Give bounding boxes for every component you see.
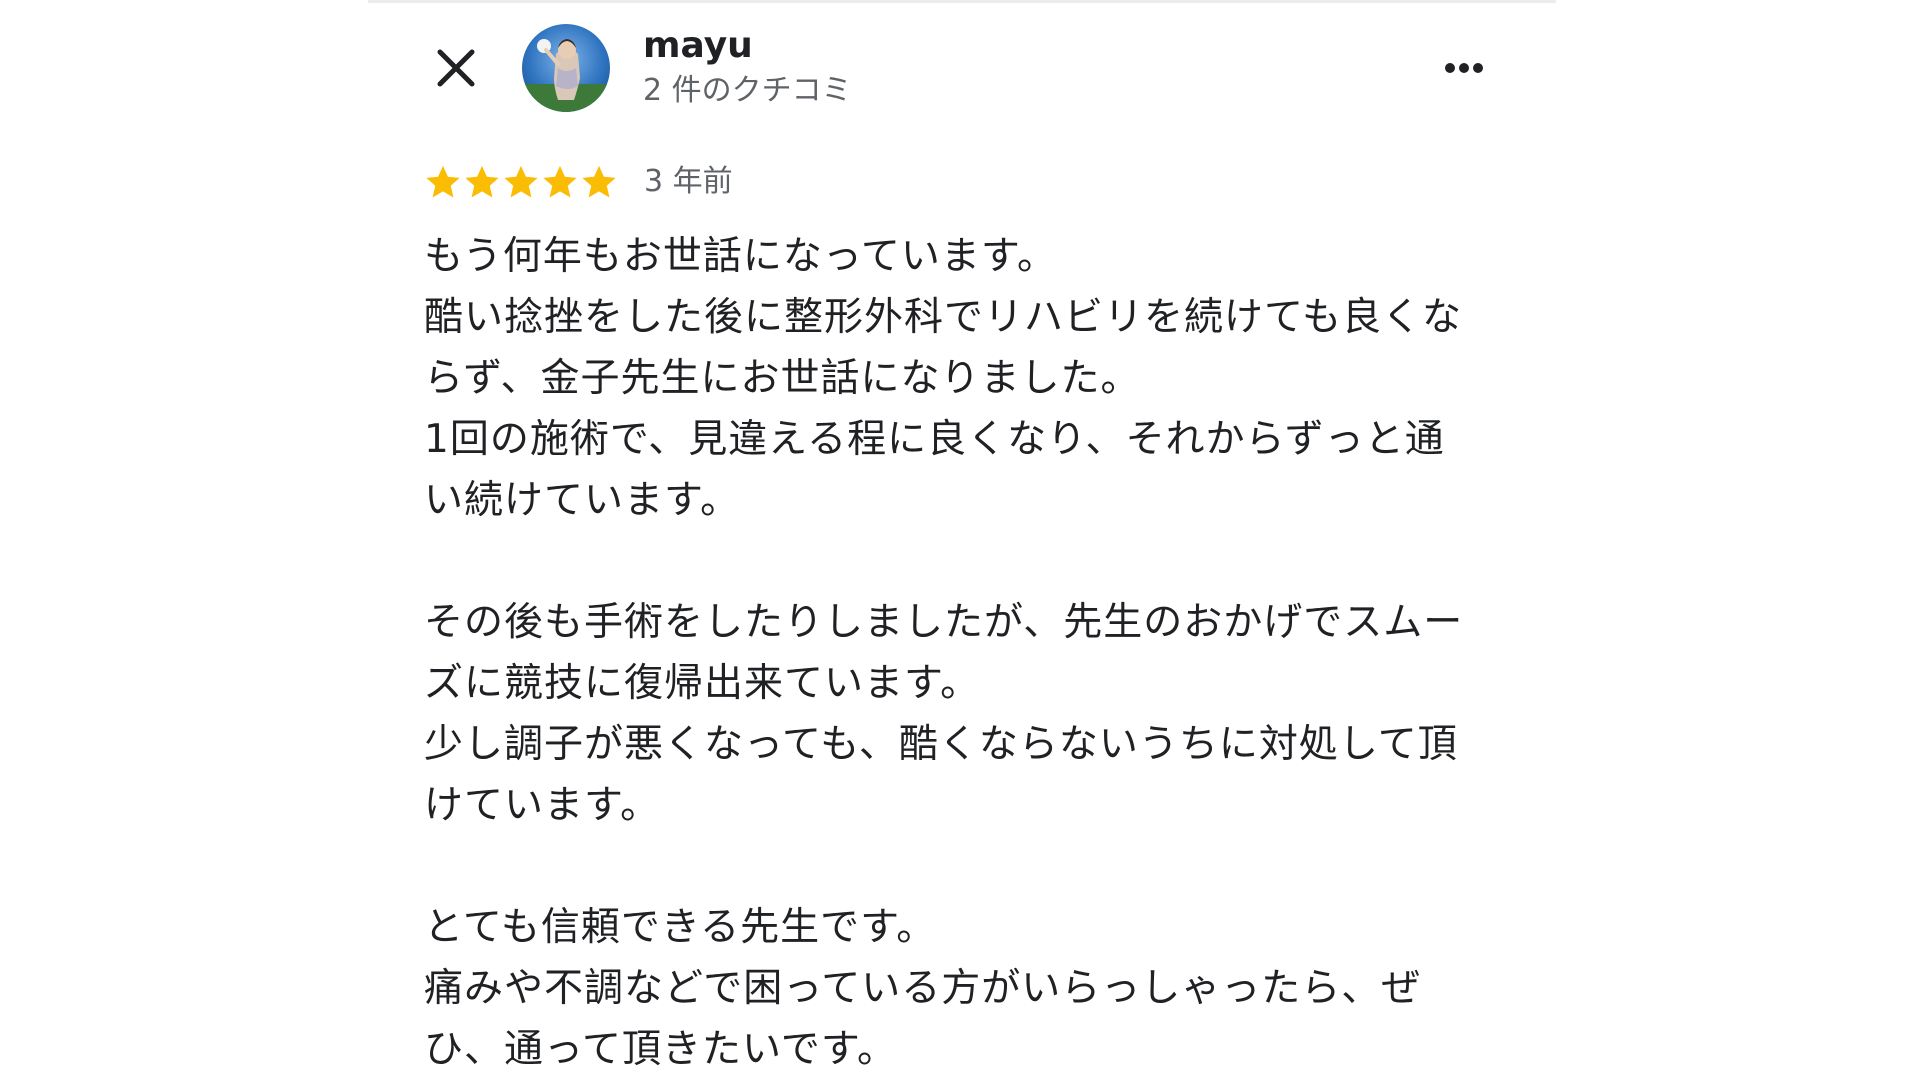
star-icon xyxy=(465,165,499,198)
review-text-line: 少し調子が悪くなっても、酷くならないうちに対処して頂 xyxy=(424,722,1458,767)
review-text-line: い続けています。 xyxy=(424,478,741,523)
review-text-line: ズに競技に復帰出来ています。 xyxy=(424,661,981,706)
review-text-line: 酷い捻挫をした後に整形外科でリハビリを続けても良くな xyxy=(424,295,1463,340)
close-button[interactable] xyxy=(426,38,486,98)
top-divider xyxy=(368,0,1556,3)
review-text-line: らず、金子先生にお世話になりました。 xyxy=(424,356,1141,401)
avatar-image xyxy=(522,24,610,112)
reviewer-review-count[interactable]: 2 件のクチコミ xyxy=(643,71,852,111)
review-text-line: とても信頼できる先生です。 xyxy=(424,905,937,950)
review-text-line: もう何年もお世話になっています。 xyxy=(424,234,1057,279)
more-horizontal-icon xyxy=(1445,63,1483,73)
star-icon xyxy=(504,165,538,198)
review-text-line: けています。 xyxy=(424,783,661,828)
star-icon xyxy=(582,165,616,198)
star-icon xyxy=(426,165,460,198)
rating-row: 3 年前 xyxy=(424,160,733,204)
more-options-button[interactable] xyxy=(1432,44,1496,92)
review-text-line: その後も手術をしたりしましたが、先生のおかげでスムー xyxy=(424,600,1464,645)
review-text-line: 痛みや不調などで困っている方がいらっしゃったら、ぜ xyxy=(424,966,1422,1011)
star-icon xyxy=(543,165,577,198)
reviewer-name[interactable]: mayu xyxy=(643,24,753,68)
review-text-line: 1回の施術で、見違える程に良くなり、それからずっと通 xyxy=(424,417,1445,462)
star-rating xyxy=(424,163,619,201)
close-icon xyxy=(437,49,475,87)
avatar[interactable] xyxy=(522,24,610,112)
review-date: 3 年前 xyxy=(644,164,733,199)
review-text: もう何年もお世話になっています。酷い捻挫をした後に整形外科でリハビリを続けても良… xyxy=(424,226,1504,1080)
review-text-line: ひ、通って頂きたいです。 xyxy=(424,1027,897,1072)
